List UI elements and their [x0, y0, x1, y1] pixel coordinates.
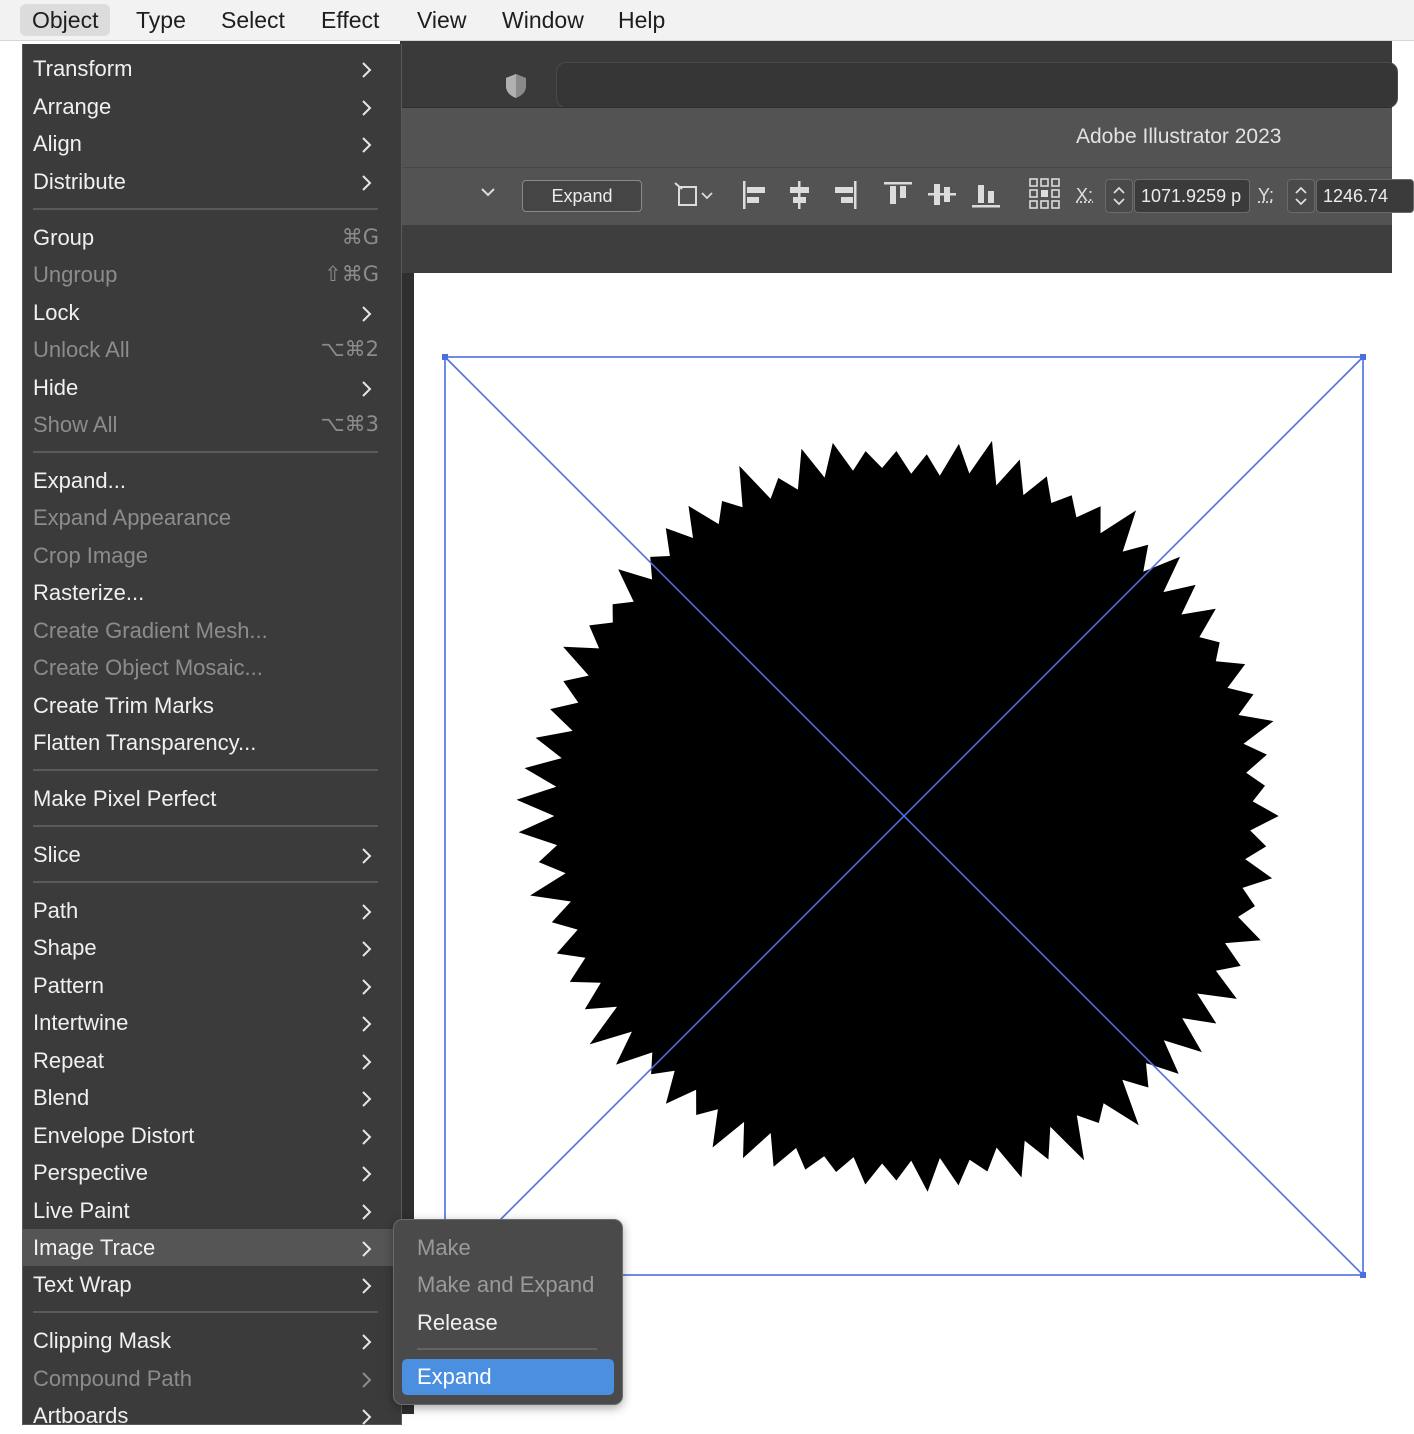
- menu-item-compound-path[interactable]: Compound Path: [23, 1360, 401, 1397]
- transform-icon[interactable]: [672, 179, 716, 216]
- menu-item-expand[interactable]: Expand...: [23, 462, 401, 499]
- chevron-right-icon: [362, 137, 372, 153]
- menu-item-rasterize[interactable]: Rasterize...: [23, 574, 401, 611]
- y-stepper[interactable]: [1287, 179, 1315, 213]
- menu-item-group[interactable]: Group ⌘G: [23, 219, 401, 256]
- menu-item-create-trim-marks[interactable]: Create Trim Marks: [23, 687, 401, 724]
- app-title: Adobe Illustrator 2023: [1076, 125, 1282, 148]
- align-right-icon[interactable]: [830, 179, 860, 216]
- menu-item-repeat[interactable]: Repeat: [23, 1042, 401, 1079]
- submenu-item-release[interactable]: Release: [394, 1305, 622, 1341]
- menu-select[interactable]: Select: [209, 4, 297, 36]
- x-label: X:: [1076, 185, 1094, 205]
- menu-item-live-paint[interactable]: Live Paint: [23, 1192, 401, 1229]
- menu-item-path[interactable]: Path: [23, 892, 401, 929]
- y-label: Y:: [1258, 185, 1275, 205]
- menu-item-perspective[interactable]: Perspective: [23, 1154, 401, 1191]
- chevron-right-icon: [362, 979, 372, 995]
- align-middle-icon[interactable]: [926, 179, 958, 216]
- menu-item-clipping-mask[interactable]: Clipping Mask: [23, 1322, 401, 1359]
- chevron-right-icon: [362, 1334, 372, 1350]
- object-menu: Transform Arrange Align Distribute Group…: [22, 44, 402, 1428]
- menu-item-slice[interactable]: Slice: [23, 836, 401, 873]
- menu-window[interactable]: Window: [490, 4, 596, 36]
- x-stepper[interactable]: [1105, 179, 1133, 213]
- stepper-arrows-icon: [1113, 186, 1125, 206]
- chevron-right-icon: [362, 904, 372, 920]
- menu-effect[interactable]: Effect: [309, 4, 391, 36]
- chevron-right-icon: [362, 1241, 372, 1257]
- chevron-right-icon: [362, 100, 372, 116]
- chevron-right-icon: [362, 1278, 372, 1294]
- chevron-right-icon: [362, 1016, 372, 1032]
- menu-item-text-wrap[interactable]: Text Wrap: [23, 1266, 401, 1303]
- x-field[interactable]: 1071.9259 p: [1134, 179, 1250, 213]
- menu-item-image-trace[interactable]: Image Trace: [23, 1229, 401, 1266]
- chevron-right-icon: [362, 1091, 372, 1107]
- menu-item-blend[interactable]: Blend: [23, 1079, 401, 1116]
- menu-item-ungroup[interactable]: Ungroup ⇧⌘G: [23, 256, 401, 293]
- menu-separator: [33, 451, 378, 453]
- menu-type[interactable]: Type: [124, 4, 198, 36]
- align-top-icon[interactable]: [882, 179, 914, 216]
- align-center-icon[interactable]: [785, 179, 815, 216]
- y-field[interactable]: 1246.74: [1316, 179, 1414, 213]
- submenu-item-make[interactable]: Make: [394, 1230, 622, 1266]
- chevron-right-icon: [362, 848, 372, 864]
- chevron-right-icon: [362, 306, 372, 322]
- menu-separator: [33, 825, 378, 827]
- menu-object[interactable]: Object: [20, 4, 111, 36]
- submenu-item-make-and-expand[interactable]: Make and Expand: [394, 1267, 622, 1303]
- menu-separator: [33, 208, 378, 210]
- chevron-right-icon: [362, 381, 372, 397]
- menu-bar: Object Type Select Effect View Window He…: [0, 0, 1414, 41]
- menu-item-artboards[interactable]: Artboards: [23, 1397, 401, 1434]
- menu-item-arrange[interactable]: Arrange: [23, 88, 401, 125]
- expand-button[interactable]: Expand: [522, 180, 642, 212]
- spiky-circle-shape[interactable]: [516, 440, 1279, 1192]
- chevron-right-icon: [362, 1129, 372, 1145]
- menu-item-create-object-mosaic[interactable]: Create Object Mosaic...: [23, 649, 401, 686]
- menu-item-transform[interactable]: Transform: [23, 50, 401, 87]
- document-tab-strip: [400, 225, 1392, 273]
- menu-item-flatten-transparency[interactable]: Flatten Transparency...: [23, 724, 401, 761]
- menu-item-intertwine[interactable]: Intertwine: [23, 1004, 401, 1041]
- menu-item-lock[interactable]: Lock: [23, 294, 401, 331]
- chevron-right-icon: [362, 1166, 372, 1182]
- chevron-right-icon: [362, 1372, 372, 1388]
- reference-point-icon[interactable]: [1027, 176, 1063, 217]
- menu-item-hide[interactable]: Hide: [23, 369, 401, 406]
- menu-separator: [417, 1348, 597, 1350]
- menu-item-envelope-distort[interactable]: Envelope Distort: [23, 1117, 401, 1154]
- submenu-item-expand[interactable]: Expand: [402, 1359, 614, 1395]
- menu-item-pattern[interactable]: Pattern: [23, 967, 401, 1004]
- chevron-right-icon: [362, 1409, 372, 1425]
- image-trace-submenu: Make Make and Expand Release Expand: [393, 1219, 623, 1405]
- menu-item-crop-image[interactable]: Crop Image: [23, 537, 401, 574]
- chevron-right-icon: [362, 62, 372, 78]
- menu-item-unlock-all[interactable]: Unlock All ⌥⌘2: [23, 331, 401, 368]
- search-field[interactable]: [556, 62, 1398, 108]
- menu-item-make-pixel-perfect[interactable]: Make Pixel Perfect: [23, 780, 401, 817]
- chevron-right-icon: [362, 1204, 372, 1220]
- menu-view[interactable]: View: [405, 4, 478, 36]
- menu-separator: [33, 1311, 378, 1313]
- chevron-right-icon: [362, 1054, 372, 1070]
- shield-icon: [503, 72, 529, 105]
- align-bottom-icon[interactable]: [970, 179, 1002, 216]
- menu-separator: [33, 881, 378, 883]
- chevron-down-icon[interactable]: [480, 185, 496, 203]
- menu-item-align[interactable]: Align: [23, 125, 401, 162]
- chevron-right-icon: [362, 941, 372, 957]
- menu-item-show-all[interactable]: Show All ⌥⌘3: [23, 406, 401, 443]
- menu-help[interactable]: Help: [606, 4, 677, 36]
- menu-item-distribute[interactable]: Distribute: [23, 163, 401, 200]
- align-left-icon[interactable]: [740, 179, 770, 216]
- stepper-arrows-icon: [1295, 186, 1307, 206]
- chevron-right-icon: [362, 175, 372, 191]
- menu-separator: [33, 769, 378, 771]
- menu-item-expand-appearance[interactable]: Expand Appearance: [23, 499, 401, 536]
- menu-item-create-gradient-mesh[interactable]: Create Gradient Mesh...: [23, 612, 401, 649]
- menu-item-shape[interactable]: Shape: [23, 929, 401, 966]
